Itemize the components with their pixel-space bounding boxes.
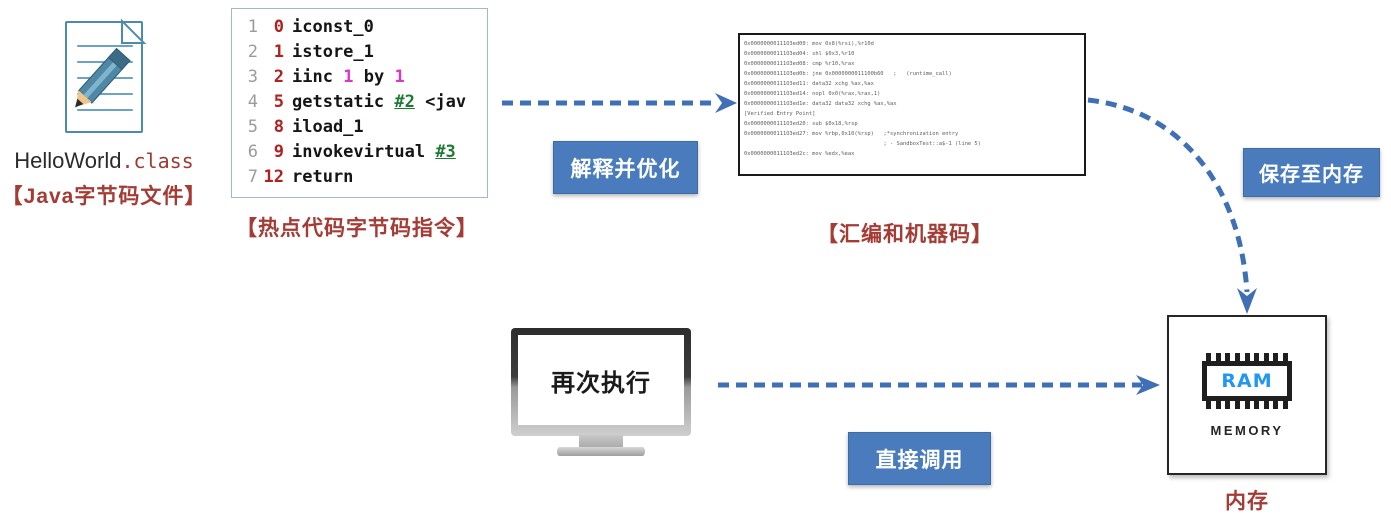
ram-chip-icon: RAM bbox=[1195, 352, 1299, 409]
diagram-canvas: HelloWorld.class 【Java字节码文件】 1 0 iconst_0 … bbox=[0, 0, 1391, 520]
monitor-frame: 再次执行 bbox=[511, 328, 691, 436]
monitor-screen-text: 再次执行 bbox=[551, 369, 651, 397]
save-to-memory-label: 保存至内存 bbox=[1259, 164, 1364, 186]
memory-box: RAM MEMORY bbox=[1167, 315, 1327, 475]
interpret-and-optimize-button[interactable]: 解释并优化 bbox=[553, 141, 698, 194]
direct-call-label: 直接调用 bbox=[875, 448, 964, 472]
monitor-icon: 再次执行 bbox=[511, 328, 691, 458]
interpret-and-optimize-label: 解释并优化 bbox=[570, 157, 681, 181]
monitor-screen: 再次执行 bbox=[518, 335, 684, 425]
ram-chip-label: RAM bbox=[1221, 369, 1273, 392]
save-to-memory-button[interactable]: 保存至内存 bbox=[1243, 148, 1380, 197]
monitor-stand-base bbox=[557, 447, 645, 456]
memory-word-label: MEMORY bbox=[1210, 422, 1284, 438]
chip-body: RAM bbox=[1202, 360, 1292, 401]
direct-call-button[interactable]: 直接调用 bbox=[848, 432, 991, 485]
memory-caption: 内存 bbox=[1225, 490, 1269, 513]
chip-pins-bottom bbox=[1206, 399, 1288, 409]
